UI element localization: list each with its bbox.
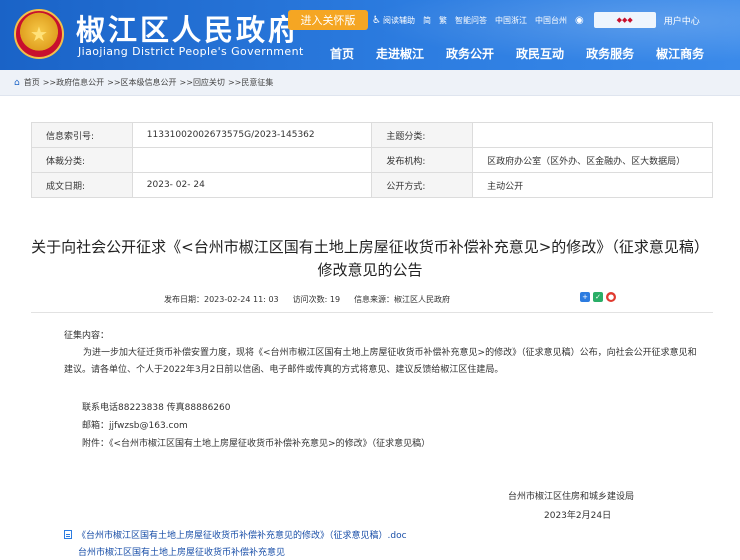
table-row: 信息索引号: 11331002002673575G/2023-145362 主题… <box>31 122 713 148</box>
nav-interaction[interactable]: 政民互动 <box>516 45 564 62</box>
view-count: 访问次数: 19 <box>292 295 341 304</box>
info-table: 信息索引号: 11331002002673575G/2023-145362 主题… <box>31 122 713 198</box>
method-value: 主动公开 <box>472 172 713 198</box>
contact-email: 邮箱：jjfwzsb@163.com <box>82 421 188 431</box>
simplified-link[interactable]: 简 <box>423 15 431 26</box>
doc-file-icon <box>64 530 72 539</box>
share-plus-icon[interactable]: + <box>580 292 590 302</box>
breadcrumb-opinion[interactable]: >>民意征集 <box>228 77 273 88</box>
breadcrumb-home[interactable]: 首页 <box>24 77 40 88</box>
signature-org: 台州市椒江区住房和城乡建设局 <box>508 492 635 502</box>
attachment-link[interactable]: 《台州市椒江区国有土地上房屋征收货币补偿补充意见的修改》（征求意见稿）.doc <box>64 528 407 541</box>
site-subtitle: Jiaojiang District People's Government <box>78 45 304 58</box>
user-center-link[interactable]: 用户中心 <box>664 14 700 27</box>
title-line-1: 关于向社会公开征求《<台州市椒江区国有土地上房屋征收货币补偿补充意见>的修改》（… <box>31 238 709 256</box>
date-label: 成文日期: <box>31 172 133 198</box>
table-row: 成文日期: 2023- 02- 24 公开方式: 主动公开 <box>31 172 713 198</box>
site-title[interactable]: 椒江区人民政府 <box>76 7 300 49</box>
table-row: 体裁分类: 发布机构: 区政府办公室（区外办、区金融办、区大数据局） <box>31 147 713 173</box>
zhejiang-gov-service-logo-icon[interactable]: ◆◆◆ <box>593 12 656 28</box>
weibo-share-icon[interactable]: ● <box>606 292 616 302</box>
china-zhejiang-link[interactable]: 中国浙江 <box>495 15 527 26</box>
care-mode-button[interactable]: 进入关怀版 <box>288 10 368 30</box>
breadcrumb-district-open[interactable]: >>区本级信息公开 <box>107 77 176 88</box>
accessibility-icon: ♿ <box>372 14 381 26</box>
attachment-link-text[interactable]: 《台州市椒江区国有土地上房屋征收货币补偿补充意见的修改》（征求意见稿）.doc <box>77 528 407 541</box>
top-links: ♿ 阅读辅助 简 繁 智能问答 中国浙江 中国台州 ◉ ◆◆◆ 用户中心 <box>372 10 708 30</box>
partner-logo-icon[interactable]: ◉ <box>575 15 586 26</box>
wechat-share-icon[interactable]: ✓ <box>593 292 603 302</box>
nav-commerce[interactable]: 椒江商务 <box>656 45 704 62</box>
nav-home[interactable]: 首页 <box>330 45 354 62</box>
genre-label: 体裁分类: <box>31 147 133 173</box>
traditional-link[interactable]: 繁 <box>439 15 447 26</box>
breadcrumb-info-open[interactable]: >>政府信息公开 <box>43 77 104 88</box>
smart-qa-link[interactable]: 智能问答 <box>455 15 487 26</box>
genre-value <box>131 147 373 173</box>
reading-assist-link[interactable]: ♿ 阅读辅助 <box>372 15 415 26</box>
info-source: 信息来源：椒江区人民政府 <box>354 295 451 304</box>
signature-date: 2023年2月24日 <box>544 511 612 521</box>
body-paragraph: 为进一步加大征迁货币补偿安置力度，现将《<台州市椒江区国有土地上房屋征收货币补偿… <box>64 348 697 375</box>
publish-date: 发布日期：2023-02-24 11: 03 <box>164 295 279 304</box>
method-label: 公开方式: <box>371 172 474 198</box>
index-label: 信息索引号: <box>31 122 133 148</box>
topic-label: 主题分类: <box>371 122 474 148</box>
national-emblem-icon: ★ <box>14 9 64 59</box>
attachment-mention: 附件：《<台州市椒江区国有土地上房屋征收货币补偿补充意见>的修改》（征求意见稿） <box>82 439 431 449</box>
index-value: 11331002002673575G/2023-145362 <box>131 122 373 148</box>
page-title: 关于向社会公开征求《<台州市椒江区国有土地上房屋征收货币补偿补充意见>的修改》（… <box>20 236 720 282</box>
title-line-2: 修改意见的公告 <box>317 261 423 279</box>
article-meta: 发布日期：2023-02-24 11: 03 访问次数: 19 信息来源：椒江区… <box>164 294 464 305</box>
breadcrumb: ⌂ 首页 >>政府信息公开 >>区本级信息公开 >>回应关切 >>民意征集 <box>0 70 740 96</box>
publisher-label: 发布机构: <box>371 147 474 173</box>
nav-gov-service[interactable]: 政务服务 <box>586 45 634 62</box>
divider <box>31 312 713 313</box>
contact-phone: 联系电话88223838 传真88886260 <box>82 403 231 413</box>
nav-about-jiaojiang[interactable]: 走进椒江 <box>376 45 424 62</box>
section-label: 征集内容： <box>64 331 110 341</box>
share-bar: + ✓ ● <box>580 292 619 302</box>
site-header: ★ 椒江区人民政府 Jiaojiang District People's Go… <box>0 0 740 70</box>
topic-value <box>472 122 713 148</box>
main-nav: 首页 走进椒江 政务公开 政民互动 政务服务 椒江商务 <box>330 45 704 62</box>
breadcrumb-response[interactable]: >>回应关切 <box>180 77 225 88</box>
home-icon: ⌂ <box>14 77 20 88</box>
publisher-value: 区政府办公室（区外办、区金融办、区大数据局） <box>472 147 713 173</box>
date-value: 2023- 02- 24 <box>131 172 373 198</box>
nav-gov-affairs-open[interactable]: 政务公开 <box>446 45 494 62</box>
china-taizhou-link[interactable]: 中国台州 <box>535 15 567 26</box>
attachment-link-2[interactable]: 台州市椒江区国有土地上房屋征收货币补偿补充意见 <box>78 545 285 558</box>
